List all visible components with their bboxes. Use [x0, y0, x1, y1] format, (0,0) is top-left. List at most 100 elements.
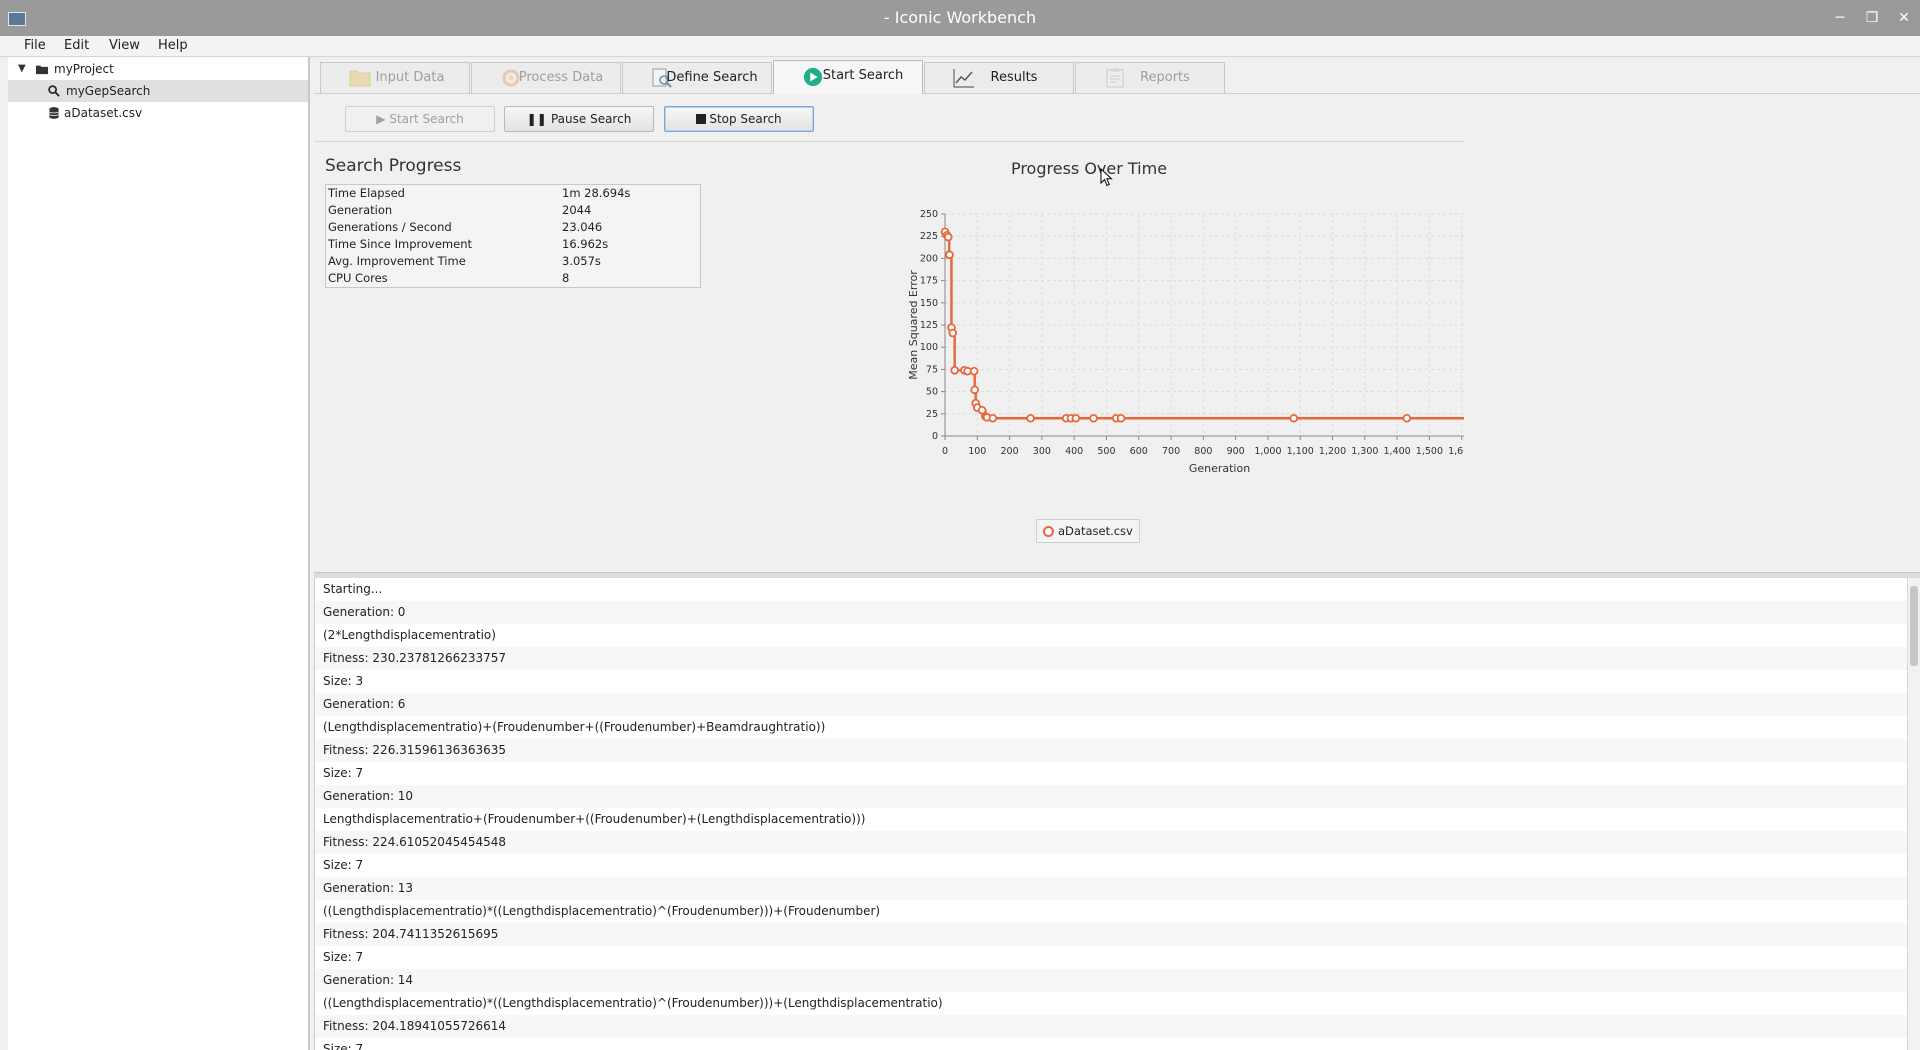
x-tick-label: 700	[1162, 446, 1180, 457]
stop-search-label: Stop Search	[709, 112, 782, 126]
y-tick-label: 250	[920, 209, 938, 220]
search-log: Starting... Generation: 0 (2*Lengthdisplac…	[314, 578, 1909, 1050]
log-line: Fitness: 226.31596136363635	[315, 739, 1909, 762]
x-tick-label: 1,300	[1351, 446, 1378, 457]
tab-label: Define Search	[666, 70, 758, 85]
stat-value: 3.057s	[562, 254, 601, 268]
start-search-button[interactable]: ▶ Start Search	[345, 106, 495, 132]
tree-item-label: myGepSearch	[66, 84, 151, 98]
folder-icon	[36, 65, 48, 75]
stat-key: Avg. Improvement Time	[328, 254, 466, 268]
chart-legend: aDataset.csv	[1036, 519, 1140, 543]
data-point	[945, 250, 954, 260]
play-icon: ▶	[376, 112, 390, 126]
tab-label: Process Data	[518, 70, 604, 85]
data-point	[1089, 413, 1098, 423]
tab-define-search[interactable]: Define Search	[622, 62, 772, 93]
minimize-button[interactable]: ─	[1824, 4, 1856, 32]
mouse-cursor-icon	[1100, 168, 1113, 187]
stat-key: Time Elapsed	[328, 186, 405, 200]
stat-key: Generation	[328, 203, 393, 217]
data-point	[1026, 413, 1035, 423]
log-line: Generation: 0	[315, 601, 1909, 624]
start-search-label: Start Search	[389, 112, 464, 126]
stat-value: 23.046	[562, 220, 603, 234]
log-line: ((Lengthdisplacementratio)*((Lengthdispl…	[323, 996, 943, 1010]
tab-input-data[interactable]: Input Data	[320, 62, 470, 93]
project-tree: ▼ myProject myGepSearch aDataset.csv	[8, 57, 310, 1050]
pause-search-button[interactable]: ❚❚ Pause Search	[504, 106, 654, 132]
legend-label: aDataset.csv	[1058, 524, 1133, 538]
tab-process-data[interactable]: Process Data	[471, 62, 621, 93]
menu-edit[interactable]: Edit	[64, 36, 89, 56]
log-line: ((Lengthdisplacementratio)*((Lengthdispl…	[323, 904, 881, 918]
tree-item-label: aDataset.csv	[64, 106, 143, 120]
x-tick-label: 1,500	[1416, 446, 1443, 457]
scrollbar-thumb[interactable]	[1910, 586, 1918, 666]
log-line: Size: 7	[323, 766, 364, 780]
menu-file[interactable]: File	[24, 36, 46, 56]
y-tick-label: 100	[920, 342, 938, 353]
tab-label: Input Data	[375, 70, 445, 85]
stat-key: Time Since Improvement	[328, 237, 472, 251]
chart-svg: 0 100 200 300 400 500 600 700 800 900 1,000 1,100 1,…	[907, 209, 1464, 475]
x-tick-label: 900	[1227, 446, 1245, 457]
stat-row: Time Since Improvement 16.962s	[326, 236, 700, 253]
x-tick-label: 200	[1001, 446, 1019, 457]
tab-label: Reports	[1140, 70, 1190, 85]
stat-key: CPU Cores	[328, 271, 388, 285]
tree-item-mygepsearch[interactable]: myGepSearch	[8, 80, 308, 102]
main-panel: Input Data Process Data Define Search St…	[314, 57, 1920, 1050]
log-line: Fitness: 204.7411352615695	[315, 923, 1909, 946]
stat-key: Generations / Second	[328, 220, 452, 234]
pause-search-label: Pause Search	[550, 112, 632, 126]
x-tick-label: 400	[1065, 446, 1083, 457]
stat-row: CPU Cores 8	[326, 270, 700, 287]
menu-help[interactable]: Help	[158, 36, 188, 56]
x-tick-label: 1,400	[1384, 446, 1411, 457]
maximize-button[interactable]: ❐	[1856, 4, 1888, 32]
tree-item-adataset[interactable]: aDataset.csv	[8, 102, 308, 124]
tab-label: Start Search	[822, 68, 904, 83]
data-point	[1402, 413, 1412, 423]
log-line: Size: 7	[323, 1042, 364, 1050]
x-tick-label: 1,600	[1448, 446, 1464, 457]
progress-stats-table: Time Elapsed 1m 28.694s Generation 2044 Gene…	[325, 184, 701, 288]
x-tick-label: 600	[1130, 446, 1148, 457]
stat-value: 1m 28.694s	[562, 186, 631, 200]
data-point	[943, 232, 953, 242]
close-button[interactable]: ✕	[1888, 4, 1920, 32]
stat-row: Time Elapsed 1m 28.694s	[326, 185, 700, 202]
pause-icon: ❚❚	[526, 112, 551, 126]
log-line: Fitness: 224.61052045454548	[315, 831, 1909, 854]
tab-reports[interactable]: Reports	[1075, 62, 1225, 93]
title-bar: - Iconic Workbench ─ ❐ ✕	[0, 0, 1920, 36]
search-progress-title: Search Progress	[325, 156, 462, 176]
data-point	[948, 328, 958, 338]
menu-view[interactable]: View	[109, 36, 140, 56]
tree-item-project[interactable]: ▼ myProject	[8, 58, 308, 80]
x-tick-label: 800	[1194, 446, 1212, 457]
log-line: Lengthdisplacementratio+(Froudenumber+((…	[323, 812, 866, 826]
stat-row: Avg. Improvement Time 3.057s	[326, 253, 700, 270]
stat-value: 8	[562, 271, 570, 285]
stat-value: 2044	[562, 203, 592, 217]
log-line: Starting...	[323, 582, 383, 596]
expand-arrow-icon[interactable]: ▼	[18, 58, 26, 80]
y-tick-label: 175	[920, 276, 938, 287]
x-tick-label: 1,200	[1319, 446, 1346, 457]
log-line: Fitness: 230.23781266233757	[315, 647, 1909, 670]
log-line: (Lengthdisplacementratio)+(Froudenumber+…	[323, 720, 826, 734]
log-line: Size: 7	[323, 950, 364, 964]
x-tick-label: 300	[1033, 446, 1051, 457]
y-tick-label: 25	[926, 409, 938, 420]
tree-item-label: myProject	[54, 62, 114, 76]
tab-results[interactable]: Results	[924, 62, 1074, 93]
stop-search-button[interactable]: Stop Search	[664, 106, 814, 132]
data-point	[1071, 413, 1081, 423]
y-tick-label: 50	[926, 387, 938, 398]
database-icon	[49, 107, 59, 119]
x-tick-label: 100	[968, 446, 986, 457]
log-scrollbar[interactable]	[1907, 578, 1920, 1050]
tab-start-search[interactable]: Start Search	[773, 60, 923, 94]
